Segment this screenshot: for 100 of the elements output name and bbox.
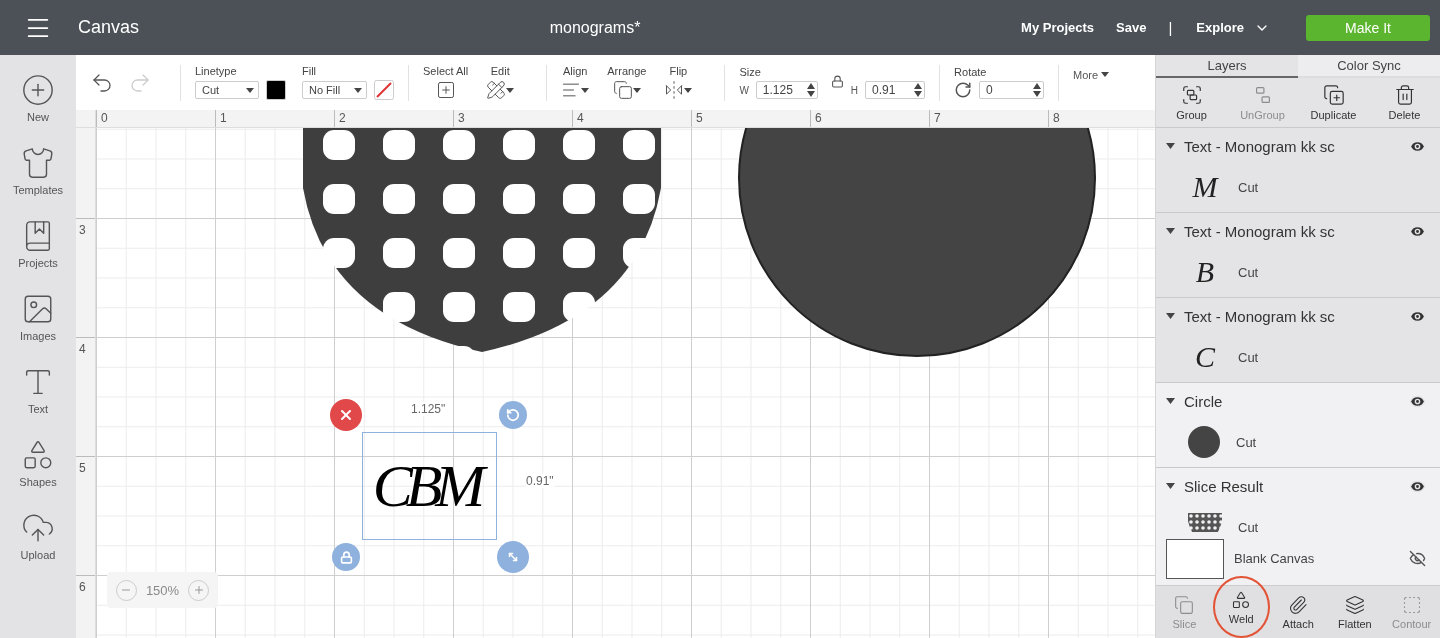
sidebar-item[interactable]: Upload	[3, 511, 73, 561]
height-field[interactable]: 0.91	[865, 81, 926, 99]
diagonal-arrow-icon	[507, 551, 519, 563]
layer-name: Text - Monogram kk sc	[1184, 222, 1336, 240]
top-link[interactable]: Save	[1116, 20, 1147, 35]
sidebar-item[interactable]: Templates	[3, 146, 73, 196]
caret-icon[interactable]	[1166, 398, 1175, 404]
caret-icon[interactable]	[1166, 313, 1175, 319]
top-link[interactable]: My Projects	[1021, 20, 1095, 35]
duplicate-icon	[1322, 84, 1345, 106]
circle-thumbnail	[1188, 426, 1220, 458]
layer-operation: Cut	[1238, 349, 1259, 365]
toolbar-label: Rotate	[954, 66, 988, 78]
selection-box[interactable]: CBM	[362, 432, 497, 540]
resize-handle[interactable]	[497, 541, 529, 573]
group-button[interactable]: Group	[1159, 82, 1224, 123]
dropdown-caret-icon	[506, 87, 515, 93]
sidebar-item[interactable]: Shapes	[3, 438, 73, 488]
shapes-button[interactable]: Weld	[1212, 576, 1270, 638]
dropdown-caret-icon	[1101, 72, 1110, 77]
more-dropdown[interactable]: More	[1073, 68, 1110, 81]
spinner-arrows-icon[interactable]	[1033, 83, 1042, 97]
dropdown-caret-icon	[246, 87, 254, 93]
pencil-ruler-button[interactable]	[486, 80, 515, 100]
ruler-number: 6	[76, 575, 95, 638]
rotate-handle[interactable]	[499, 401, 527, 429]
layer-thumbnail: B	[1194, 255, 1216, 289]
plus-circle-icon	[21, 73, 55, 107]
dropdown-caret-icon	[632, 87, 641, 93]
select-all-icon	[435, 80, 456, 100]
linetype-select[interactable]: Cut	[195, 81, 259, 99]
layer-name: Slice Result	[1184, 477, 1265, 495]
toolbar-label: Flip	[669, 65, 688, 77]
paperclip-button[interactable]: Attach	[1269, 581, 1327, 638]
layer-operation: Cut	[1238, 179, 1259, 195]
monogram-text: CBM	[372, 446, 487, 526]
sidebar-item[interactable]: Projects	[3, 219, 73, 269]
rotate-field[interactable]: 0	[979, 81, 1045, 99]
paperclip-icon	[1288, 594, 1309, 615]
toolbar-label: Fill	[302, 65, 318, 77]
sidebar-item[interactable]: Text	[3, 365, 73, 415]
fill-select[interactable]: No Fill	[302, 81, 367, 99]
layer-operation: Cut	[1236, 434, 1257, 450]
width-label: W	[739, 84, 749, 96]
eye-off-icon[interactable]	[1409, 550, 1426, 567]
sidebar-item[interactable]: Images	[3, 292, 73, 342]
stacked-squares-button[interactable]	[612, 80, 641, 100]
toolbar-label: Linetype	[195, 65, 238, 77]
blank-canvas-swatch[interactable]	[1166, 538, 1224, 579]
ruler-number: 4	[76, 337, 95, 456]
no-fill-swatch[interactable]	[374, 80, 394, 100]
lock-icon[interactable]	[830, 74, 844, 88]
flip-icon	[664, 80, 685, 100]
ruler-number: 3	[453, 110, 572, 127]
rotate-arrow-icon	[506, 408, 520, 422]
dropdown-caret-icon	[354, 87, 362, 93]
ruler-number: 7	[929, 110, 1048, 127]
group-icon	[1180, 84, 1203, 106]
height-dimension: 0.91"	[526, 474, 554, 488]
layer-name: Text - Monogram kk sc	[1184, 137, 1336, 155]
caret-icon[interactable]	[1166, 483, 1175, 489]
layer-thumbnail: M	[1191, 170, 1220, 204]
layer-name: Blank Canvas	[1234, 551, 1316, 566]
dropdown-caret-icon	[684, 87, 693, 93]
layer-name: Text - Monogram kk sc	[1184, 307, 1336, 325]
layer-operation: Cut	[1238, 264, 1259, 280]
layers-button[interactable]: Flatten	[1326, 581, 1384, 638]
layer-operation: Cut	[1238, 519, 1259, 532]
toolbar-label: Edit	[490, 65, 510, 77]
duplicate-button[interactable]: Duplicate	[1301, 82, 1366, 123]
color-swatch[interactable]	[266, 80, 286, 100]
explore-dropdown[interactable]: Explore	[1196, 19, 1270, 36]
lock-handle[interactable]	[332, 543, 360, 571]
caret-icon[interactable]	[1166, 228, 1175, 234]
document-title: monograms*	[548, 18, 642, 37]
toolbar-label: Select All	[423, 65, 469, 77]
ruler-number: 6	[810, 110, 929, 127]
layer-name: Circle	[1184, 392, 1224, 410]
panel-tab[interactable]: Color Sync	[1298, 55, 1440, 78]
ruler-number: 2	[334, 110, 453, 127]
plus-icon	[192, 584, 205, 596]
width-field[interactable]: 1.125	[755, 81, 818, 99]
spinner-arrows-icon[interactable]	[914, 83, 923, 97]
ruler-number: 3	[76, 218, 95, 337]
shirt-icon	[21, 146, 55, 180]
spinner-arrows-icon[interactable]	[806, 83, 815, 97]
trash-button[interactable]: Delete	[1372, 82, 1437, 123]
layer-thumbnail: C	[1194, 340, 1217, 374]
select-all-button[interactable]	[435, 80, 456, 100]
caret-icon[interactable]	[1166, 143, 1175, 149]
dashed-square-icon	[1401, 594, 1422, 615]
layer-row[interactable]: Slice Result Cut	[1156, 468, 1440, 532]
ruler-number: 4	[572, 110, 691, 127]
layer-row[interactable]: Circle Cut	[1156, 383, 1440, 468]
toolbar-label: Size	[739, 66, 762, 78]
delete-handle[interactable]	[330, 399, 362, 431]
flip-button[interactable]	[664, 80, 693, 100]
overlapping-squares-icon	[1174, 594, 1195, 615]
ruler-number: 5	[76, 456, 95, 575]
sidebar-item[interactable]: New	[3, 73, 73, 123]
